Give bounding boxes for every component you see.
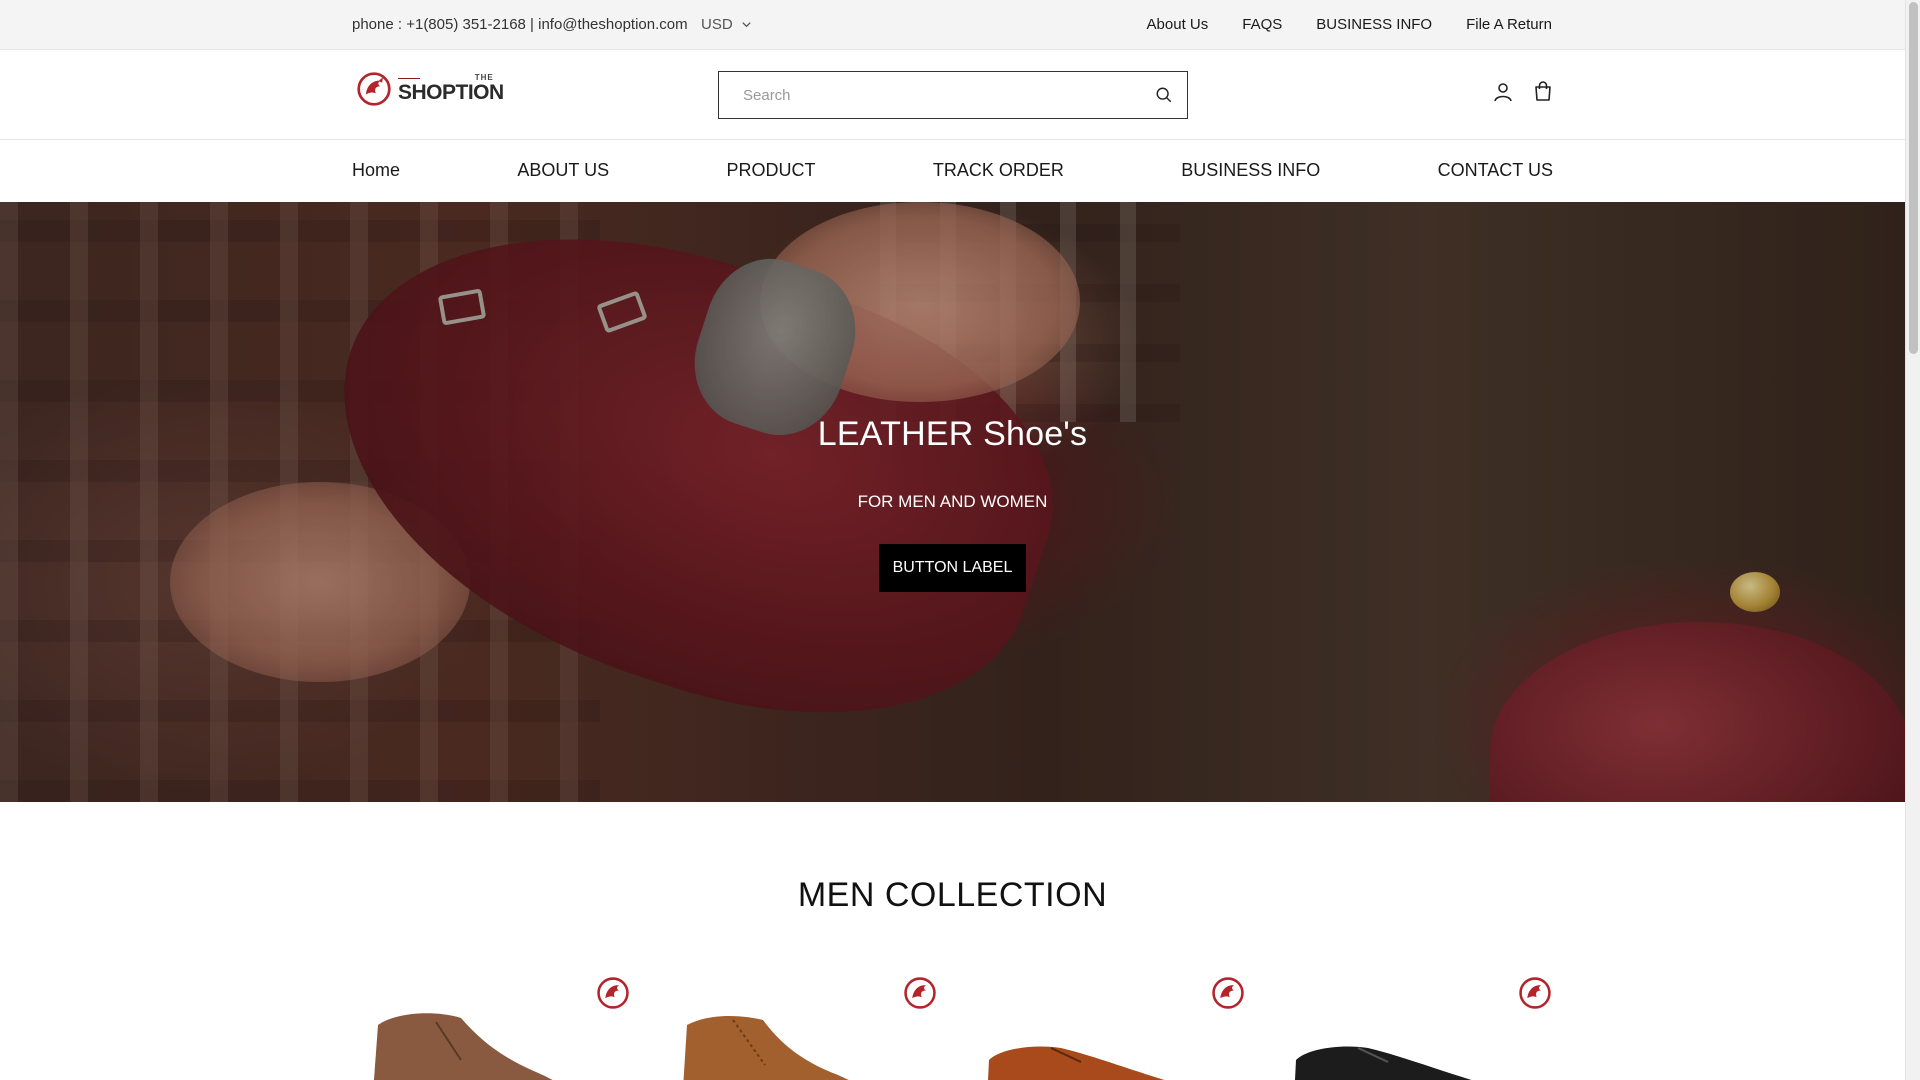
contact-info: phone : +1(805) 351-2168 | info@theshopt…: [352, 16, 688, 33]
top-link-file-a-return[interactable]: File A Return: [1466, 16, 1552, 33]
main-nav: Home ABOUT US PRODUCT TRACK ORDER BUSINE…: [0, 140, 1905, 202]
horse-logo-icon: [1212, 977, 1244, 1009]
logo-the-text: THE: [398, 73, 504, 82]
tan-oxford-shoe-image: [988, 1046, 1165, 1080]
nav-item-business-info[interactable]: BUSINESS INFO: [1181, 160, 1320, 181]
collection-title: MEN COLLECTION: [797, 876, 1108, 914]
header: THE SHOPTION: [0, 50, 1905, 140]
page: phone : +1(805) 351-2168 | info@theshopt…: [0, 0, 1905, 1080]
top-link-about-us[interactable]: About Us: [1147, 16, 1209, 33]
nav-item-home[interactable]: Home: [352, 160, 400, 181]
black-oxford-shoe-image: [1295, 1046, 1472, 1080]
logo-brand-text: SHOPTION: [398, 80, 504, 104]
scrollbar-thumb[interactable]: [1909, 2, 1918, 354]
account-icon[interactable]: [1492, 81, 1514, 103]
hero-subtitle: FOR MEN AND WOMEN: [857, 492, 1048, 511]
currency-label: USD: [701, 16, 733, 33]
top-links: About Us FAQS BUSINESS INFO File A Retur…: [1147, 16, 1552, 33]
horse-logo-icon: [357, 72, 391, 106]
top-link-business-info[interactable]: BUSINESS INFO: [1316, 16, 1432, 33]
logo[interactable]: THE SHOPTION: [356, 71, 504, 107]
product-card[interactable]: [352, 970, 632, 1080]
hero-cta-button[interactable]: BUTTON LABEL: [879, 544, 1026, 592]
cart-bag-icon[interactable]: [1531, 79, 1555, 103]
nav-item-about-us[interactable]: ABOUT US: [517, 160, 609, 181]
vertical-scrollbar[interactable]: [1905, 0, 1920, 1080]
currency-selector[interactable]: USD: [701, 16, 752, 33]
product-card[interactable]: [1274, 970, 1554, 1080]
chevron-down-icon: [742, 22, 751, 28]
nav-item-product[interactable]: PRODUCT: [726, 160, 815, 181]
top-bar: phone : +1(805) 351-2168 | info@theshopt…: [0, 0, 1905, 50]
hero-content: LEATHER Shoe's FOR MEN AND WOMEN BUTTON …: [0, 202, 1905, 802]
hero-banner: LEATHER Shoe's FOR MEN AND WOMEN BUTTON …: [0, 202, 1905, 802]
top-link-faqs[interactable]: FAQS: [1242, 16, 1282, 33]
horse-logo-icon: [1519, 977, 1551, 1009]
horse-logo-icon: [597, 977, 629, 1009]
product-grid: [352, 970, 1553, 1080]
nav-item-track-order[interactable]: TRACK ORDER: [933, 160, 1064, 181]
search-input[interactable]: [719, 72, 1119, 118]
product-card[interactable]: [967, 970, 1247, 1080]
product-card[interactable]: [659, 970, 939, 1080]
brown-chukka-boot-image: [373, 1013, 553, 1080]
hero-title: LEATHER Shoe's: [817, 415, 1088, 453]
search-icon[interactable]: [1155, 86, 1173, 104]
search-box: [718, 71, 1188, 119]
horse-logo-icon: [904, 977, 936, 1009]
nav-item-contact-us[interactable]: CONTACT US: [1438, 160, 1553, 181]
tan-brogue-boot-image: [683, 1015, 849, 1080]
